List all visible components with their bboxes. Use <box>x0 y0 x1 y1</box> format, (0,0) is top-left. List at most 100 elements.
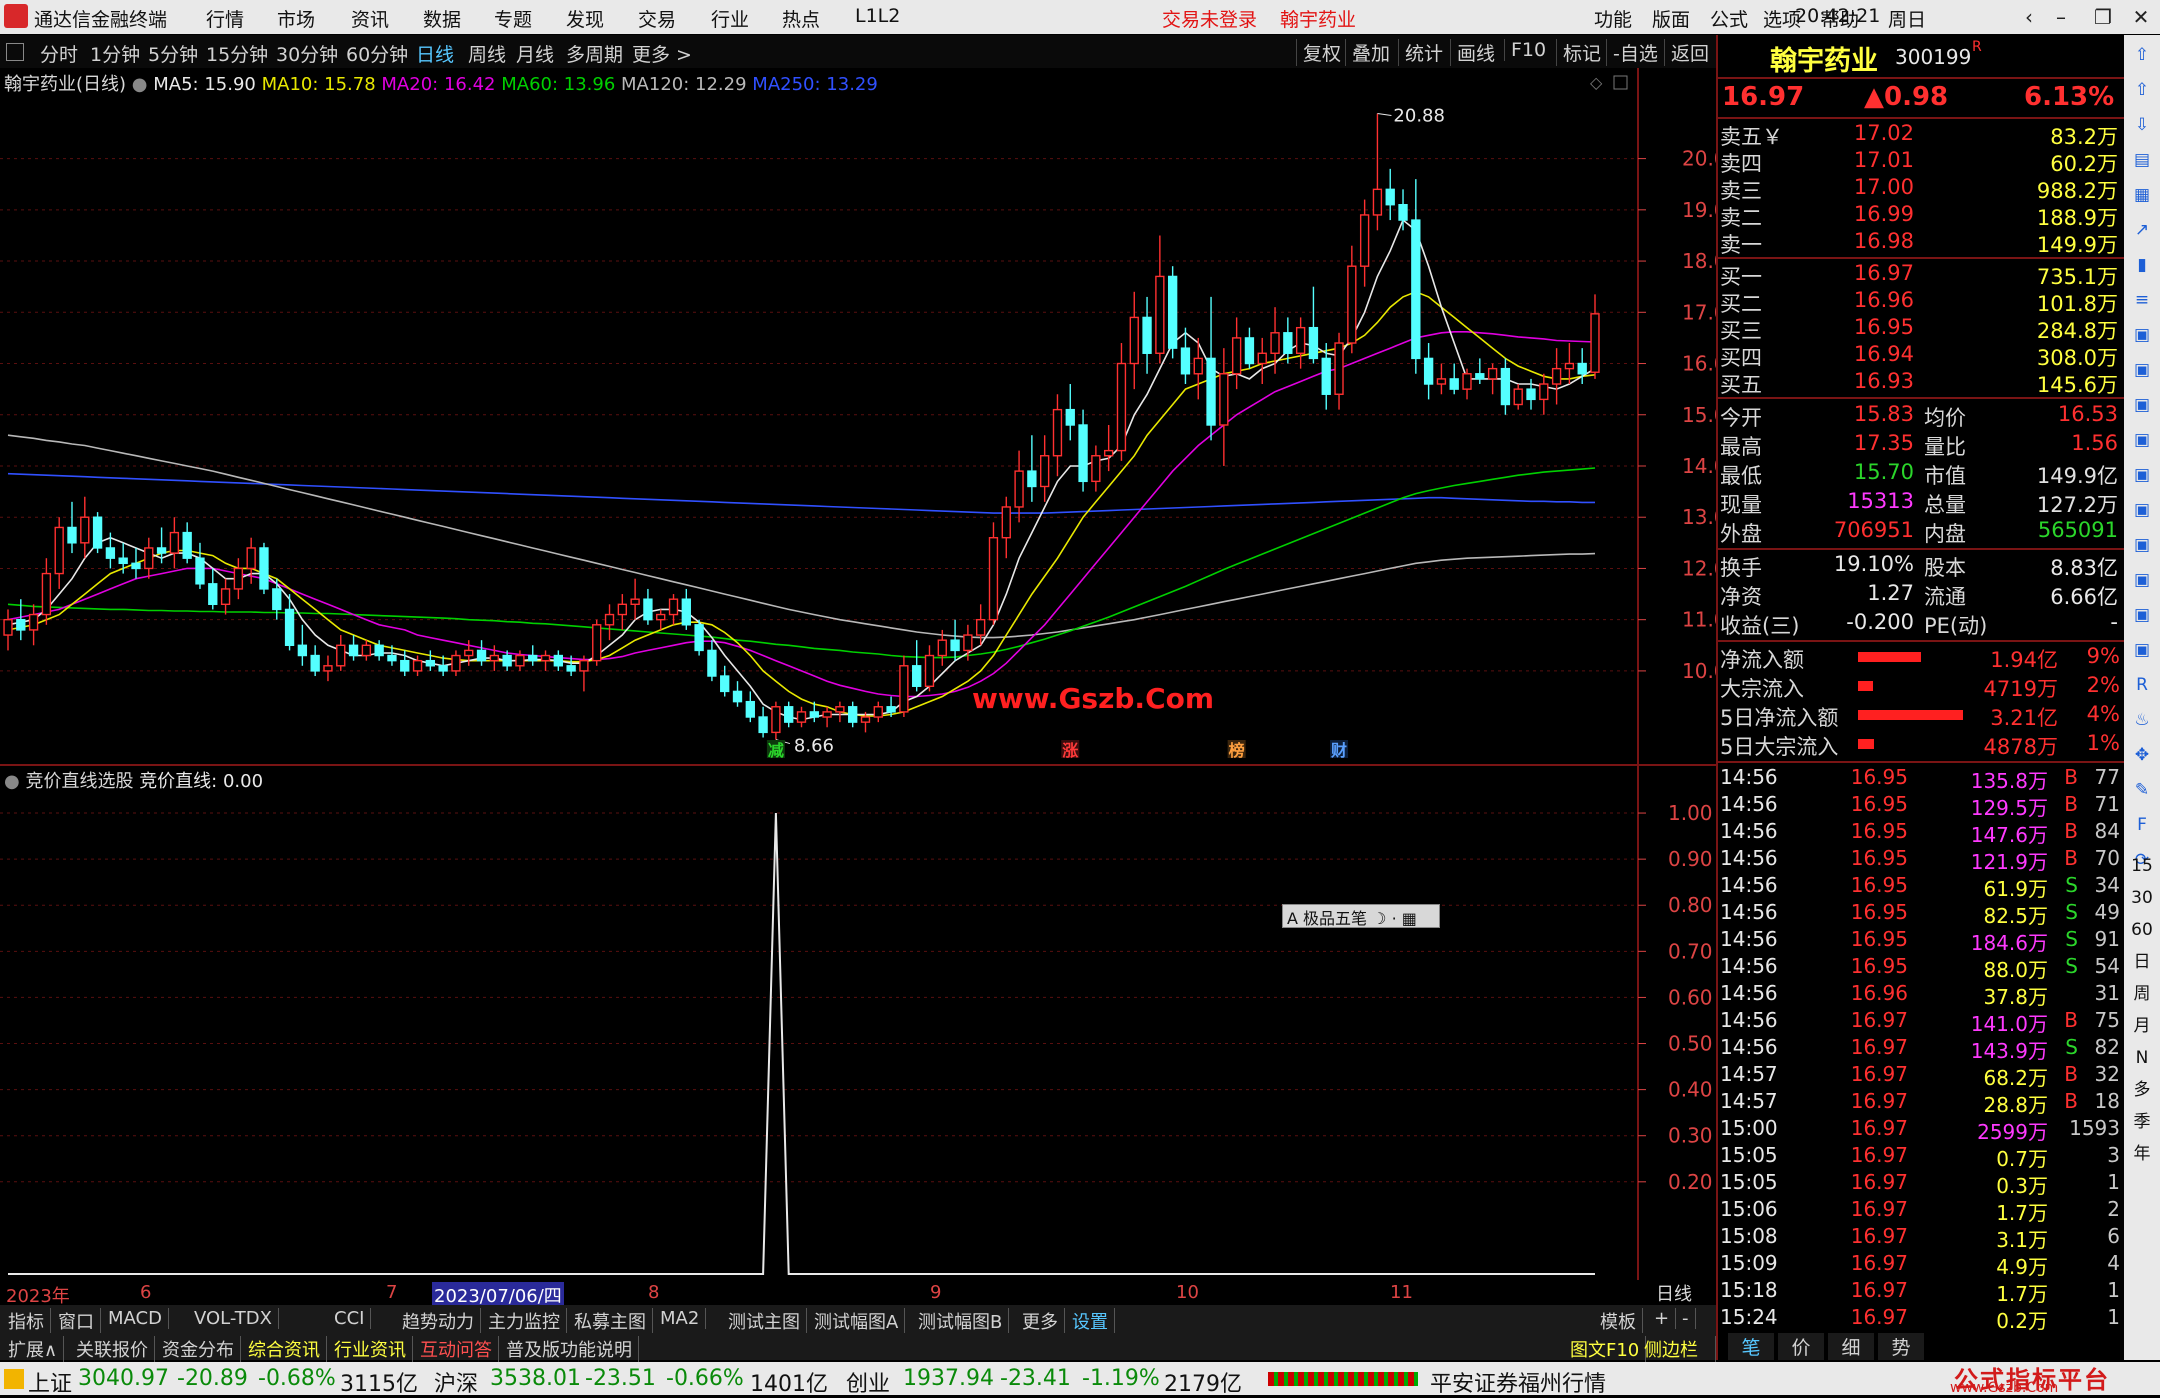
list-icon[interactable]: ≡ <box>2130 288 2154 312</box>
indicator-tab-1[interactable]: 窗口 <box>52 1308 101 1334</box>
indicator-tab-13[interactable]: 设置 <box>1066 1308 1115 1334</box>
side-period-label[interactable]: 15 <box>2130 854 2154 878</box>
ask-row[interactable]: 卖三 17.00 988.2万 <box>1718 175 2124 203</box>
period-7[interactable]: 周线 <box>468 40 506 67</box>
candle-icon[interactable]: ▮ <box>2130 253 2154 277</box>
tool-5[interactable]: 标记 <box>1556 39 1601 66</box>
menu-3[interactable]: 数据 <box>423 5 461 32</box>
diamond-icon[interactable]: ◇ <box>1590 73 1603 92</box>
doc-icon[interactable]: ▣ <box>2130 323 2154 347</box>
side-period-label[interactable]: 60 <box>2130 918 2154 942</box>
doc-icon[interactable]: ▣ <box>2130 358 2154 382</box>
side-period-label[interactable]: 日 <box>2130 950 2154 974</box>
ask-row[interactable]: 卖二 16.99 188.9万 <box>1718 202 2124 230</box>
tool-4[interactable]: F10 <box>1504 39 1546 61</box>
period-2[interactable]: 5分钟 <box>148 40 198 67</box>
restore-icon[interactable]: ❐ <box>2088 2 2118 32</box>
tool-3[interactable]: 画线 <box>1450 39 1495 66</box>
tool-7[interactable]: 返回 <box>1664 39 1709 66</box>
doc-icon[interactable]: ▣ <box>2130 568 2154 592</box>
side-period-label[interactable]: N <box>2130 1046 2154 1070</box>
ask-row[interactable]: 卖五￥ 17.02 83.2万 <box>1718 121 2124 149</box>
doc-icon[interactable]: ▣ <box>2130 428 2154 452</box>
quote-tab[interactable]: 价 <box>1778 1333 1824 1360</box>
template-tab-0[interactable]: 模板 <box>1594 1308 1643 1334</box>
login-status[interactable]: 交易未登录 <box>1162 5 1257 32</box>
doc-icon[interactable]: ▣ <box>2130 638 2154 662</box>
tool-0[interactable]: 复权 <box>1296 39 1341 66</box>
period-0[interactable]: 分时 <box>40 40 78 67</box>
ask-row[interactable]: 卖四 17.01 60.2万 <box>1718 148 2124 176</box>
indicator-tab-8[interactable]: MA2 <box>654 1308 707 1329</box>
info-tab-1[interactable]: 关联报价 <box>70 1336 155 1362</box>
quote-tab[interactable]: 势 <box>1878 1333 1924 1360</box>
doc-icon[interactable]: ▣ <box>2130 533 2154 557</box>
move-icon[interactable]: ✥ <box>2130 743 2154 767</box>
right-menu-2[interactable]: 公式 <box>1710 5 1748 32</box>
book-icon[interactable]: ▤ <box>2130 148 2154 172</box>
kline-chart[interactable]: 10.00 11.00 12.00 13.00 14.00 15.00 16.00 17.00… <box>0 68 1716 766</box>
ime-moon-icon[interactable]: ☽ · ▦ <box>1372 909 1417 928</box>
side-period-label[interactable]: 季 <box>2130 1110 2154 1134</box>
right-menu-0[interactable]: 功能 <box>1594 5 1632 32</box>
up-arrow-icon[interactable]: ⇧ <box>2130 43 2154 67</box>
menu-7[interactable]: 行业 <box>711 5 749 32</box>
right-menu-4[interactable]: 帮助 <box>1821 5 1859 32</box>
indicator-tab-11[interactable]: 测试幅图B <box>912 1308 1010 1334</box>
indicator-tab-12[interactable]: 更多 <box>1016 1308 1065 1334</box>
menu-8[interactable]: 热点 <box>782 5 820 32</box>
period-5[interactable]: 60分钟 <box>346 40 408 67</box>
doc-icon[interactable]: ▣ <box>2130 498 2154 522</box>
fs-icon[interactable]: F <box>2130 813 2154 837</box>
period-indicator[interactable]: 日线 <box>1656 1280 1692 1306</box>
tool-2[interactable]: 统计 <box>1398 39 1443 66</box>
pen-icon[interactable]: ✎ <box>2130 778 2154 802</box>
template-tab-1[interactable]: + <box>1648 1308 1677 1329</box>
ime-toolbar[interactable]: A 极品五笔 ☽ · ▦ <box>1282 904 1440 928</box>
menu-4[interactable]: 专题 <box>494 5 532 32</box>
bid-row[interactable]: 买二 16.96 101.8万 <box>1718 288 2124 316</box>
chart-icon[interactable]: ↗ <box>2130 218 2154 242</box>
status-icon[interactable] <box>4 1369 24 1389</box>
indicator-tab-10[interactable]: 测试幅图A <box>808 1308 906 1334</box>
tool-1[interactable]: 叠加 <box>1345 39 1390 66</box>
indicator-chart[interactable]: 0.20 0.30 0.40 0.50 0.60 0.70 0.80 0.90 1.00 <box>0 766 1716 1280</box>
indicator-tab-9[interactable]: 测试主图 <box>722 1308 807 1334</box>
side-tab-0[interactable]: 图文F10 <box>1564 1336 1647 1362</box>
period-3[interactable]: 15分钟 <box>206 40 268 67</box>
period-9[interactable]: 多周期 <box>566 40 623 67</box>
info-tab-0[interactable]: 扩展∧ <box>2 1336 65 1362</box>
doc-icon[interactable]: ▣ <box>2130 393 2154 417</box>
period-8[interactable]: 月线 <box>516 40 554 67</box>
menu-6[interactable]: 交易 <box>638 5 676 32</box>
indicator-tab-3[interactable]: VOL-TDX <box>188 1308 279 1329</box>
period-4[interactable]: 30分钟 <box>276 40 338 67</box>
side-period-label[interactable]: 月 <box>2130 1014 2154 1038</box>
quote-tab[interactable]: 笔 <box>1728 1333 1774 1360</box>
side-period-label[interactable]: 30 <box>2130 886 2154 910</box>
back-icon[interactable]: ‹ <box>2014 2 2044 32</box>
right-menu-1[interactable]: 版面 <box>1652 5 1690 32</box>
bid-row[interactable]: 买一 16.97 735.1万 <box>1718 261 2124 289</box>
up-arrow-icon[interactable]: ⇧ <box>2130 78 2154 102</box>
indicator-tab-5[interactable]: 趋势动力 <box>396 1308 481 1334</box>
bid-row[interactable]: 买四 16.94 308.0万 <box>1718 342 2124 370</box>
info-tab-2[interactable]: 资金分布 <box>156 1336 241 1362</box>
rsi-icon[interactable]: R <box>2130 673 2154 697</box>
template-tab-2[interactable]: - <box>1676 1308 1696 1329</box>
settings-icon[interactable]: ● <box>132 74 148 95</box>
menu-0[interactable]: 行情 <box>206 5 244 32</box>
ime-a-icon[interactable]: A <box>1287 909 1298 928</box>
bid-row[interactable]: 买三 16.95 284.8万 <box>1718 315 2124 343</box>
indicator-tab-7[interactable]: 私募主图 <box>568 1308 653 1334</box>
menu-1[interactable]: 市场 <box>277 5 315 32</box>
side-period-label[interactable]: 年 <box>2130 1142 2154 1166</box>
period-1[interactable]: 1分钟 <box>90 40 140 67</box>
doc-icon[interactable]: ▣ <box>2130 603 2154 627</box>
down-arrow-icon[interactable]: ⇩ <box>2130 113 2154 137</box>
side-period-label[interactable]: 周 <box>2130 982 2154 1006</box>
grid-icon[interactable]: ▦ <box>2130 183 2154 207</box>
info-tab-4[interactable]: 行业资讯 <box>328 1336 413 1362</box>
tool-6[interactable]: -自选 <box>1606 39 1658 66</box>
period-10[interactable]: 更多 > <box>632 40 692 67</box>
